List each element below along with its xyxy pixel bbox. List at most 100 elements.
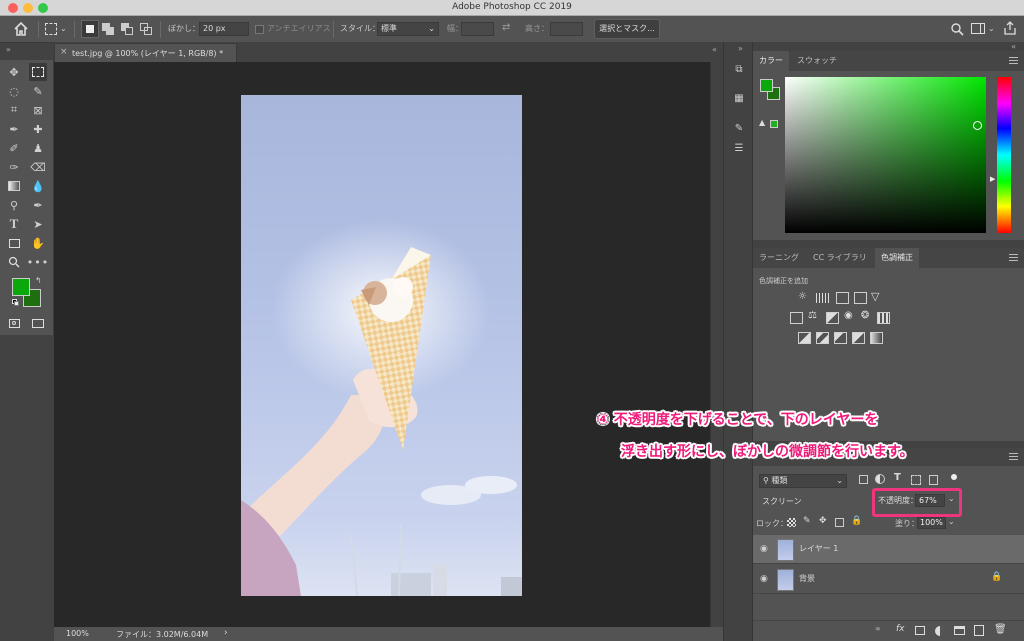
vertical-scrollbar[interactable] [710, 62, 723, 627]
document-tab[interactable]: × test.jpg @ 100% (レイヤー 1, RGB/8) * [54, 43, 237, 62]
fill-input[interactable]: 100% [917, 517, 946, 529]
posterize-icon[interactable] [816, 332, 829, 344]
layer-style-icon[interactable]: fx [896, 624, 905, 634]
type-tool-icon[interactable]: T [5, 215, 23, 233]
vibrance-icon[interactable]: ▽ [871, 290, 879, 303]
filter-pixel-icon[interactable] [859, 475, 868, 484]
tab-adjustments[interactable]: 色調補正 [875, 248, 919, 268]
new-selection-button[interactable] [81, 20, 99, 38]
tab-color[interactable]: カラー [753, 51, 789, 71]
blend-mode-select[interactable]: スクリーン [759, 495, 877, 508]
brush-settings-icon[interactable]: ✎ [730, 119, 748, 137]
eye-icon[interactable]: ◉ [760, 544, 768, 554]
properties-panel-icon[interactable]: ▦ [730, 89, 748, 107]
chevron-down-icon[interactable]: ⌄ [988, 24, 995, 33]
clone-stamp-tool-icon[interactable]: ♟ [29, 139, 47, 157]
height-input[interactable] [550, 22, 583, 36]
close-tab-icon[interactable]: × [60, 47, 68, 57]
layer-row[interactable]: ◉ レイヤー 1 [753, 535, 1024, 564]
move-tool-icon[interactable]: ✥ [5, 63, 23, 81]
exposure-icon[interactable] [854, 292, 867, 304]
home-button[interactable] [12, 21, 30, 37]
new-layer-icon[interactable] [974, 625, 984, 636]
add-mask-icon[interactable] [915, 626, 925, 635]
add-selection-button[interactable] [102, 23, 115, 35]
panel-menu-icon[interactable] [1009, 57, 1018, 64]
select-and-mask-button[interactable]: 選択とマスク... [594, 19, 660, 39]
invert-icon[interactable] [798, 332, 811, 344]
web-safe-color-swatch[interactable] [770, 120, 778, 128]
lasso-tool-icon[interactable]: ◌ [5, 82, 23, 100]
lock-transparent-icon[interactable] [787, 518, 796, 527]
foreground-color-swatch[interactable] [12, 278, 30, 296]
link-layers-icon[interactable]: ⚭ [874, 625, 882, 635]
intersect-selection-button[interactable] [140, 23, 153, 35]
black-white-icon[interactable] [826, 312, 839, 324]
foreground-color-mini[interactable] [760, 79, 773, 92]
levels-icon[interactable] [816, 293, 830, 303]
panel-menu-icon[interactable] [1009, 254, 1018, 261]
chevron-down-icon[interactable]: ⌄ [60, 24, 67, 33]
new-group-icon[interactable] [954, 626, 965, 635]
filter-adjustment-icon[interactable] [875, 474, 885, 484]
eyedropper-tool-icon[interactable]: ✒ [5, 120, 23, 138]
search-button[interactable] [950, 22, 964, 39]
swap-colors-icon[interactable]: ↰ [35, 276, 42, 285]
collapse-panels-icon[interactable]: « [712, 45, 717, 54]
new-adjustment-layer-icon[interactable] [935, 626, 945, 636]
antialias-checkbox[interactable] [255, 25, 264, 34]
filter-toggle-icon[interactable] [951, 474, 957, 480]
swap-width-height-icon[interactable]: ⇄ [502, 22, 510, 33]
hue-slider-handle[interactable]: ▶ [990, 175, 995, 183]
quick-selection-tool-icon[interactable]: ✎ [29, 82, 47, 100]
color-balance-icon[interactable]: ⚖ [808, 310, 817, 321]
filter-type-icon[interactable]: T [894, 472, 901, 483]
crop-tool-icon[interactable]: ⌗ [5, 101, 23, 119]
eraser-tool-icon[interactable]: ⌫ [29, 158, 47, 176]
channel-mixer-icon[interactable]: ❂ [861, 310, 869, 321]
collapse-panel-icon[interactable]: « [1011, 42, 1016, 51]
lock-all-icon[interactable]: 🔒 [851, 516, 862, 526]
share-button[interactable] [1003, 21, 1017, 35]
feather-input[interactable]: 20 px [199, 22, 249, 36]
tab-swatches[interactable]: スウォッチ [791, 51, 843, 71]
quick-mask-icon[interactable] [5, 314, 23, 332]
history-panel-icon[interactable]: ⧉ [730, 60, 748, 78]
gradient-tool-icon[interactable] [5, 177, 23, 195]
expand-panels-icon[interactable]: » [738, 44, 743, 53]
chevron-right-icon[interactable]: › [224, 628, 228, 638]
style-select[interactable]: 標準 ⌄ [377, 22, 439, 36]
dodge-tool-icon[interactable]: ⚲ [5, 196, 23, 214]
subtract-selection-button[interactable] [121, 23, 134, 35]
brightness-contrast-icon[interactable]: ☼ [798, 291, 807, 302]
healing-brush-tool-icon[interactable]: ✚ [29, 120, 47, 138]
delete-layer-icon[interactable]: 🗑 [994, 624, 1007, 635]
brush-tool-icon[interactable]: ✐ [5, 139, 23, 157]
panel-menu-icon[interactable] [1009, 453, 1018, 460]
history-brush-tool-icon[interactable]: ✑ [5, 158, 23, 176]
eye-icon[interactable]: ◉ [760, 574, 768, 584]
tab-cc-libraries[interactable]: CC ライブラリ [807, 248, 873, 268]
hand-tool-icon[interactable]: ✋ [29, 234, 47, 252]
zoom-level[interactable]: 100% [66, 629, 89, 638]
tab-learning[interactable]: ラーニング [753, 248, 805, 268]
screen-mode-icon[interactable] [29, 314, 47, 332]
threshold-icon[interactable] [834, 332, 847, 344]
workspace-button[interactable] [971, 23, 985, 34]
width-input[interactable] [461, 22, 494, 36]
frame-tool-icon[interactable]: ⊠ [29, 101, 47, 119]
path-selection-tool-icon[interactable]: ➤ [29, 215, 47, 233]
layer-filter-select[interactable]: ⚲ 種類 ⌄ [759, 474, 847, 488]
more-tools-icon[interactable]: ••• [27, 253, 48, 271]
lock-position-icon[interactable]: ✥ [819, 516, 827, 526]
curves-icon[interactable] [836, 292, 849, 304]
saturation-brightness-field[interactable] [785, 77, 986, 233]
color-lookup-icon[interactable] [877, 312, 890, 324]
pen-tool-icon[interactable]: ✒ [29, 196, 47, 214]
layer-row[interactable]: ◉ 背景 🔒 [753, 565, 1024, 594]
blur-tool-icon[interactable]: 💧 [29, 177, 47, 195]
hue-saturation-icon[interactable] [790, 312, 803, 324]
gradient-map-icon[interactable] [870, 332, 883, 344]
filter-shape-icon[interactable] [911, 475, 921, 485]
character-panel-icon[interactable]: ☰ [730, 139, 748, 157]
